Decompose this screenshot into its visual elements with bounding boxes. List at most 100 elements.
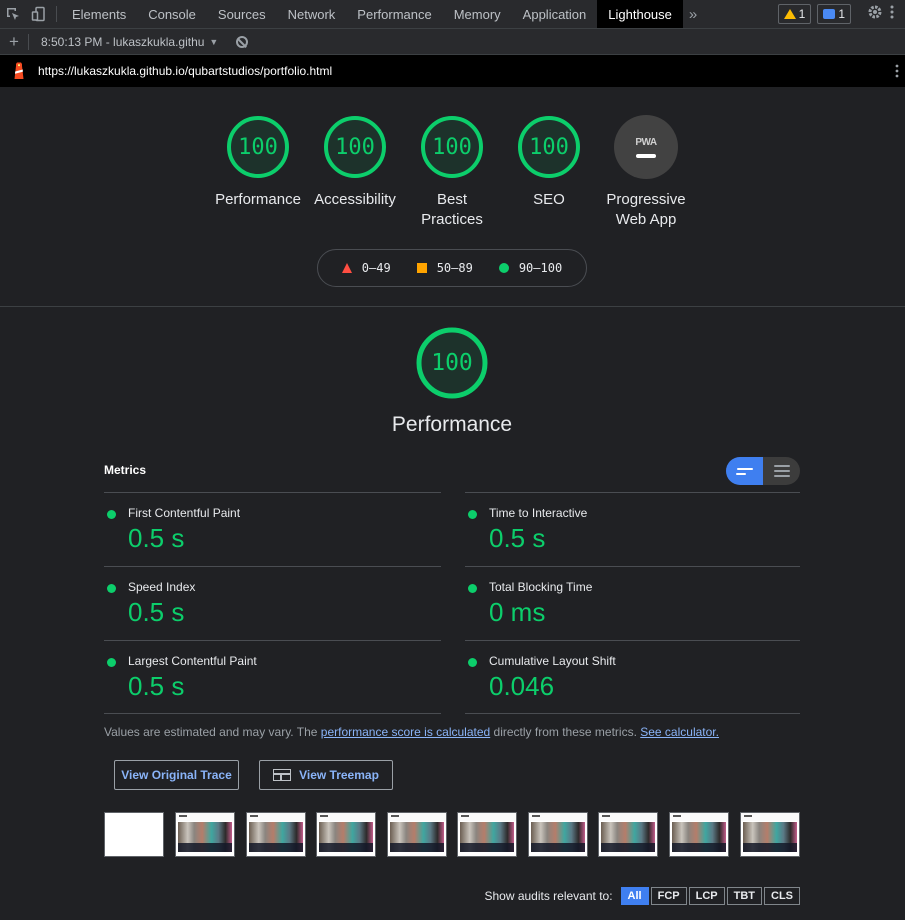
gauge-pwa[interactable]: PWA Progressive Web App — [596, 115, 696, 230]
summary-view-button[interactable] — [726, 457, 763, 485]
filter-chip-fcp[interactable]: FCP — [650, 887, 687, 905]
chevron-down-icon: ▼ — [209, 36, 219, 47]
button-label: View Treemap — [299, 768, 379, 782]
thumb-header — [529, 813, 587, 821]
filmstrip-frame — [669, 812, 729, 857]
tab-memory[interactable]: Memory — [443, 0, 512, 28]
url-bar-menu-icon[interactable] — [894, 63, 900, 84]
filter-chip-all[interactable]: All — [620, 887, 649, 905]
filmstrip-frame — [740, 812, 800, 857]
pass-dot-icon — [468, 584, 477, 593]
metric-title: Cumulative Layout Shift — [489, 654, 616, 668]
pass-dot-icon — [107, 510, 116, 519]
view-treemap-button[interactable]: View Treemap — [259, 760, 393, 790]
clear-reports-icon[interactable] — [236, 35, 249, 48]
filmstrip-frame — [457, 812, 517, 857]
treemap-icon — [273, 769, 292, 781]
filter-chip-cls[interactable]: CLS — [764, 887, 800, 905]
tab-console[interactable]: Console — [137, 0, 207, 28]
device-toolbar-icon[interactable] — [26, 0, 52, 28]
thumb-header — [247, 813, 305, 821]
pwa-logo-icon: PWA — [635, 136, 657, 148]
devtools-toolbar-right: 1 1 — [777, 0, 905, 28]
legend-average-range: 50–89 — [436, 261, 473, 275]
metrics-note: Values are estimated and may vary. The p… — [104, 725, 719, 739]
gauge-seo[interactable]: 100 SEO — [499, 115, 599, 210]
messages-count: 1 — [838, 7, 845, 21]
tab-lighthouse[interactable]: Lighthouse — [597, 0, 683, 28]
audited-url[interactable]: https://lukaszkukla.github.io/qubartstud… — [38, 64, 332, 78]
score-calculated-link[interactable]: performance score is calculated — [321, 725, 490, 739]
report-selector-bar: + 8:50:13 PM - lukaszkukla.githu ▼ — [0, 29, 905, 55]
filmstrip-frame — [316, 812, 376, 857]
warning-icon — [783, 9, 796, 19]
metric-value: 0.5 s — [128, 523, 185, 553]
performance-score: 100 — [431, 350, 473, 376]
metric-speed-index: Speed Index 0.5 s — [104, 566, 441, 640]
tab-network[interactable]: Network — [277, 0, 347, 28]
gear-icon[interactable] — [867, 4, 883, 25]
metric-value: 0.5 s — [489, 523, 546, 553]
thumb-image — [743, 822, 797, 852]
more-tabs-icon[interactable]: » — [683, 6, 703, 23]
legend-fail: 0–49 — [341, 261, 391, 275]
line — [773, 475, 790, 477]
tab-application[interactable]: Application — [512, 0, 598, 28]
legend-pass-range: 90–100 — [518, 261, 563, 275]
lighthouse-logo-icon — [0, 62, 38, 80]
thumb-image — [601, 822, 655, 852]
gauge-score: 100 — [529, 134, 569, 160]
devtools-tab-bar: Elements Console Sources Network Perform… — [0, 0, 905, 29]
tab-performance[interactable]: Performance — [346, 0, 442, 28]
gauge-label: Performance — [215, 191, 301, 208]
see-calculator-link[interactable]: See calculator. — [640, 725, 719, 739]
pass-dot-icon — [107, 584, 116, 593]
line — [773, 465, 790, 467]
new-report-button[interactable]: + — [0, 32, 28, 52]
view-original-trace-button[interactable]: View Original Trace — [114, 760, 239, 790]
messages-badge[interactable]: 1 — [817, 4, 851, 24]
expanded-view-button[interactable] — [763, 457, 800, 485]
metrics-view-toggle[interactable] — [726, 457, 800, 485]
report-url-bar: https://lukaszkukla.github.io/qubartstud… — [0, 55, 905, 87]
filmstrip-frame — [246, 812, 306, 857]
warnings-badge[interactable]: 1 — [777, 4, 812, 24]
inspect-element-icon[interactable] — [0, 0, 26, 28]
thumb-image — [178, 822, 232, 852]
gauge-performance[interactable]: 100 Performance — [208, 115, 308, 210]
score-gauges-section: 100 Performance 100 Accessibility 100 Be… — [0, 87, 905, 307]
thumb-header — [741, 813, 799, 821]
square-icon — [416, 263, 427, 273]
pass-dot-icon — [468, 510, 477, 519]
metric-tti: Time to Interactive 0.5 s — [465, 492, 800, 566]
gauge-best-practices[interactable]: 100 Best Practices — [402, 115, 502, 230]
more-options-icon[interactable] — [889, 4, 895, 25]
triangle-icon — [341, 263, 352, 273]
metrics-heading: Metrics — [104, 463, 147, 477]
metric-title: Total Blocking Time — [489, 580, 593, 594]
metric-value: 0.5 s — [128, 671, 185, 701]
filmstrip-frame — [528, 812, 588, 857]
filter-chip-tbt[interactable]: TBT — [726, 887, 762, 905]
filter-chip-lcp[interactable]: LCP — [688, 887, 725, 905]
tab-elements[interactable]: Elements — [61, 0, 137, 28]
divider — [56, 6, 57, 22]
metric-value: 0.5 s — [128, 597, 185, 627]
filmstrip-frame — [598, 812, 658, 857]
metric-lcp: Largest Contentful Paint 0.5 s — [104, 640, 441, 714]
line — [773, 470, 790, 472]
metric-tbt: Total Blocking Time 0 ms — [465, 566, 800, 640]
metric-title: Largest Contentful Paint — [128, 654, 257, 668]
thumb-header — [458, 813, 516, 821]
filter-label: Show audits relevant to: — [484, 889, 613, 903]
report-dropdown[interactable]: 8:50:13 PM - lukaszkukla.githu ▼ — [41, 35, 218, 49]
metric-value: 0 ms — [489, 597, 546, 627]
pass-dot-icon — [107, 658, 116, 667]
gauge-accessibility[interactable]: 100 Accessibility — [305, 115, 405, 210]
filmstrip-frame — [104, 812, 164, 857]
thumb-image — [531, 822, 585, 852]
tab-sources[interactable]: Sources — [207, 0, 277, 28]
legend-pass: 90–100 — [498, 261, 563, 275]
metric-title: Speed Index — [128, 580, 196, 594]
pass-dot-icon — [468, 658, 477, 667]
